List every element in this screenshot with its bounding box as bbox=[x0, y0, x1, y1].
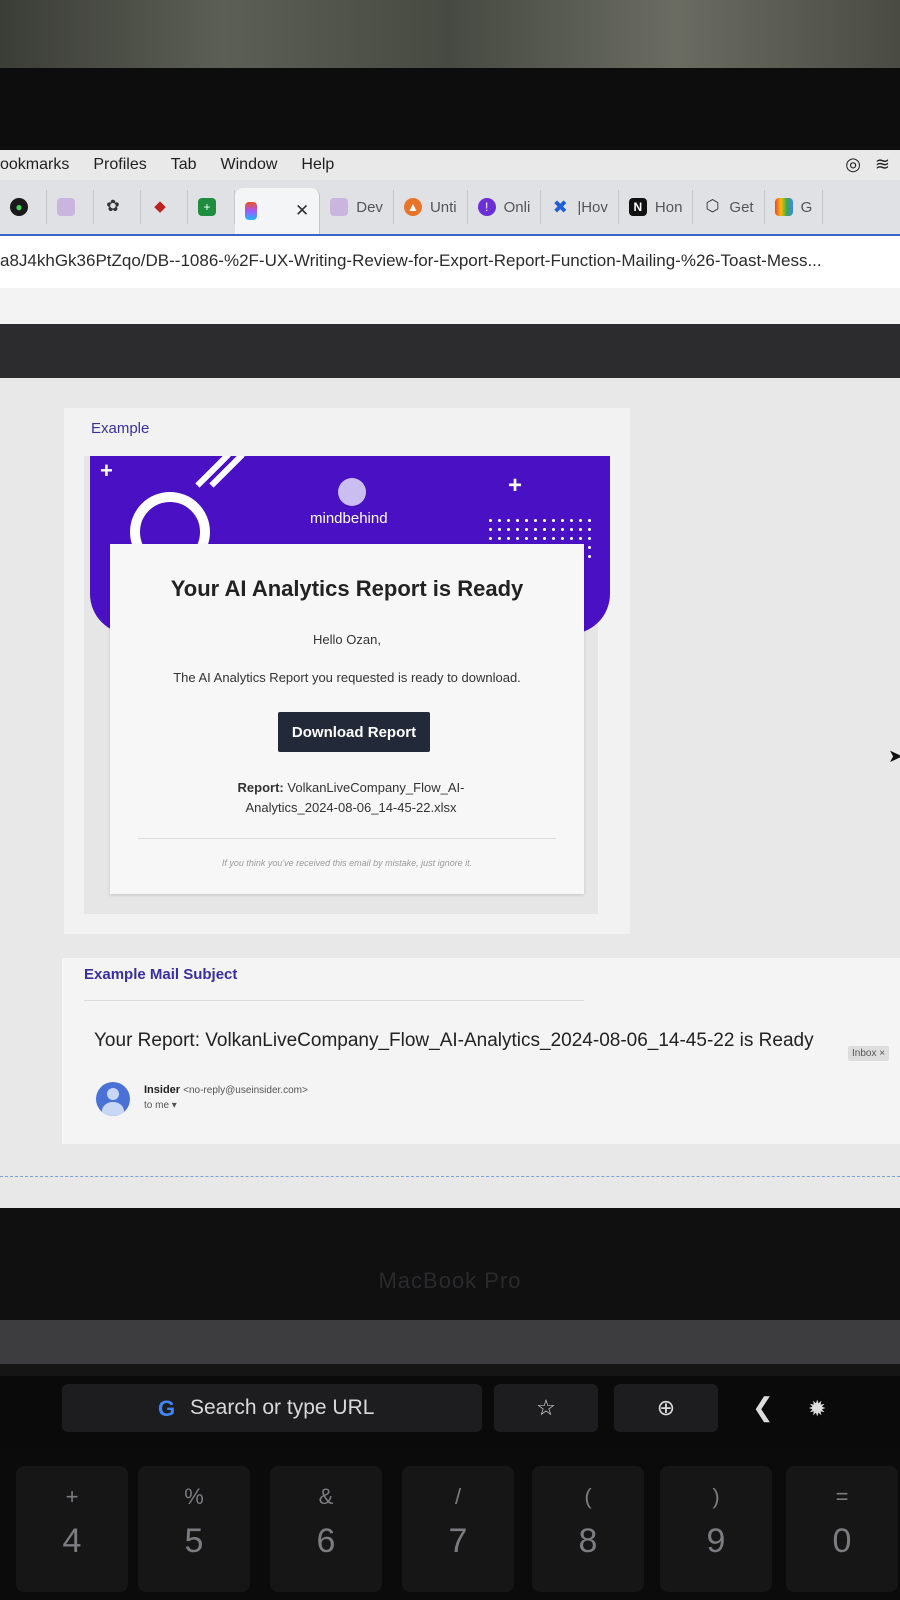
inbox-badge: Inbox × bbox=[848, 1046, 890, 1061]
bookmark-star-button[interactable]: ☆ bbox=[494, 1384, 598, 1432]
device-label: MacBook Pro bbox=[378, 1268, 522, 1293]
brand-name: mindbehind bbox=[310, 510, 388, 527]
frame-label: Example bbox=[91, 420, 150, 437]
key-9[interactable]: ) 9 bbox=[660, 1466, 772, 1592]
tab-notion[interactable]: N Hon bbox=[619, 190, 694, 224]
tab-online[interactable]: ! Onli bbox=[468, 190, 542, 224]
purple-icon: ! bbox=[477, 198, 496, 216]
chevron-left-icon[interactable]: ❮ bbox=[752, 1392, 774, 1423]
menu-extras: ◎ ≋ bbox=[845, 154, 890, 175]
tab-google[interactable]: G bbox=[765, 190, 824, 224]
confluence-icon: ✖ bbox=[552, 197, 568, 217]
email-footer: If you think you've received this email … bbox=[221, 858, 473, 868]
email-card: Your AI Analytics Report is Ready Hello … bbox=[110, 544, 584, 894]
notion-icon: N bbox=[628, 198, 647, 216]
menu-window[interactable]: Window bbox=[221, 156, 278, 174]
tab-bar: ● ✿ ◆ + ✕ Dev ▲ Unti ! Onli ✖ |Hov N Hon ⬡ Ge… bbox=[0, 180, 900, 234]
tab-figma[interactable]: ✕ bbox=[235, 188, 321, 234]
sender-line: Insider <no-reply@useinsider.com> bbox=[144, 1084, 308, 1096]
cursor-icon: ➤ bbox=[888, 746, 900, 766]
url-text[interactable]: a8J4khGk36PtZqo/DB--1086-%2F-UX-Writing-… bbox=[0, 251, 886, 271]
app-icon bbox=[57, 198, 75, 216]
google-icon: G bbox=[158, 1396, 176, 1421]
keyboard-deck bbox=[0, 1320, 900, 1364]
avatar bbox=[96, 1082, 130, 1116]
sender-email: <no-reply@useinsider.com> bbox=[183, 1085, 308, 1096]
tab-app[interactable] bbox=[47, 190, 94, 224]
tab-get[interactable]: ⬡ Get bbox=[693, 190, 765, 224]
tab-leaf[interactable]: ● bbox=[0, 190, 47, 224]
mail-subject-frame[interactable]: Example Mail Subject Your Report: Volkan… bbox=[62, 958, 900, 1144]
bird-icon: ◆ bbox=[154, 198, 166, 215]
mindbehind-logo-icon bbox=[338, 478, 366, 506]
menu-tab[interactable]: Tab bbox=[171, 156, 197, 174]
leaf-icon: ● bbox=[10, 198, 28, 216]
plus-decoration-icon: + bbox=[508, 472, 523, 499]
address-bar[interactable]: a8J4khGk36PtZqo/DB--1086-%2F-UX-Writing-… bbox=[0, 234, 900, 290]
menu-bar: ookmarks Profiles Tab Window Help ◎ ≋ bbox=[0, 150, 900, 180]
new-tab-button[interactable]: ⊕ bbox=[614, 1384, 718, 1432]
tab-confluence[interactable]: ✖ |Hov bbox=[541, 190, 619, 224]
sheets-icon: + bbox=[198, 198, 216, 216]
frame-label: Example Mail Subject bbox=[84, 966, 238, 983]
app-icon bbox=[330, 198, 349, 216]
touchbar-search[interactable]: G Search or type URL bbox=[62, 1384, 482, 1432]
divider bbox=[138, 838, 556, 839]
tab-chatgpt[interactable]: ✿ bbox=[94, 190, 141, 224]
star-icon: ☆ bbox=[536, 1395, 556, 1420]
email-title: Your AI Analytics Report is Ready bbox=[170, 576, 524, 601]
example-frame[interactable]: Example + + mindbehind Your AI Analytics… bbox=[64, 408, 630, 934]
openai-icon: ✿ bbox=[106, 198, 120, 215]
google-icon bbox=[774, 198, 793, 216]
menu-profiles[interactable]: Profiles bbox=[93, 156, 146, 174]
key-7[interactable]: /7 bbox=[402, 1466, 514, 1592]
plus-circle-icon: ⊕ bbox=[656, 1395, 676, 1420]
figma-icon bbox=[245, 202, 257, 220]
stack-icon[interactable]: ≋ bbox=[875, 154, 890, 175]
divider bbox=[84, 1000, 584, 1001]
recipient-line[interactable]: to me ▾ bbox=[144, 1100, 177, 1111]
download-report-button[interactable]: Download Report bbox=[278, 712, 430, 752]
key-5[interactable]: % 5 bbox=[138, 1466, 250, 1592]
key-0[interactable]: = 0 bbox=[786, 1466, 898, 1592]
email-message: The AI Analytics Report you requested is… bbox=[173, 670, 521, 685]
email-preview: + + mindbehind Your AI Analytics Report … bbox=[84, 456, 610, 914]
close-icon[interactable]: ✕ bbox=[295, 201, 309, 221]
tab-untitled[interactable]: ▲ Unti bbox=[394, 190, 468, 224]
menu-bookmarks[interactable]: ookmarks bbox=[0, 156, 69, 174]
menu-help[interactable]: Help bbox=[301, 156, 334, 174]
mail-subject: Your Report: VolkanLiveCompany_Flow_AI-A… bbox=[94, 1030, 814, 1051]
tab-bird[interactable]: ◆ bbox=[141, 190, 188, 224]
tab-sheets[interactable]: + bbox=[188, 190, 235, 224]
screen-bottom-bezel bbox=[0, 1208, 900, 1320]
orange-icon: ▲ bbox=[403, 198, 422, 216]
sender-name: Insider bbox=[144, 1084, 181, 1096]
report-label: Report: bbox=[237, 780, 284, 795]
key-4[interactable]: +4 bbox=[16, 1466, 128, 1592]
key-8[interactable]: (8 bbox=[532, 1466, 644, 1592]
email-greeting: Hello Ozan, bbox=[313, 632, 381, 647]
guide-line bbox=[0, 1176, 900, 1177]
tab-dev[interactable]: Dev bbox=[320, 190, 394, 224]
touchbar-search-text: Search or type URL bbox=[190, 1396, 375, 1419]
brightness-icon[interactable]: ✹ bbox=[808, 1396, 826, 1422]
key-6[interactable]: & 6 bbox=[270, 1466, 382, 1592]
report-filename: Report: VolkanLiveCompany_Flow_AI-Analyt… bbox=[206, 778, 496, 818]
plus-decoration-icon: + bbox=[100, 458, 113, 483]
copilot-icon[interactable]: ◎ bbox=[845, 154, 861, 175]
openai-icon: ⬡ bbox=[705, 198, 720, 215]
screen-bezel bbox=[0, 68, 900, 156]
